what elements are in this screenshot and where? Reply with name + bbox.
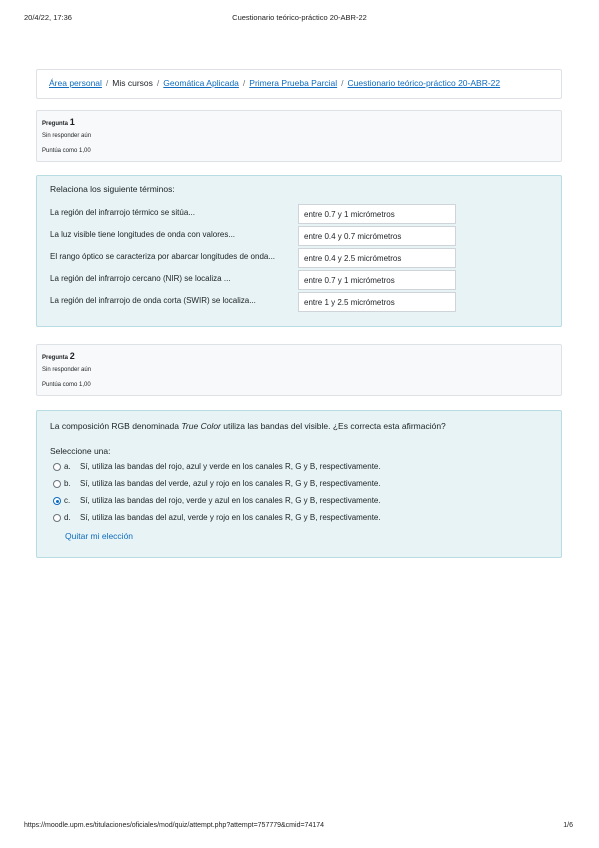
breadcrumb-separator: / xyxy=(105,78,109,88)
match-row: La región del infrarrojo térmico se sitú… xyxy=(50,204,561,226)
breadcrumb-section[interactable]: Primera Prueba Parcial xyxy=(249,78,337,88)
answer-option-c[interactable]: c. Sí, utiliza las bandas del rojo, verd… xyxy=(50,495,561,512)
match-term: La región del infrarrojo térmico se sitú… xyxy=(50,208,195,217)
match-row: La región del infrarrojo cercano (NIR) s… xyxy=(50,270,561,292)
question-1-text: Relaciona los siguiente términos: xyxy=(50,184,175,194)
match-row: La luz visible tiene longitudes de onda … xyxy=(50,226,561,248)
question-2-status: Sin responder aún xyxy=(42,367,92,373)
option-text: Sí, utiliza las bandas del rojo, azul y … xyxy=(80,462,381,471)
radio-button[interactable] xyxy=(53,480,61,488)
print-header: 20/4/22, 17:36 Cuestionario teórico-prác… xyxy=(0,13,599,25)
breadcrumb-area-personal[interactable]: Área personal xyxy=(49,78,102,88)
match-term: La luz visible tiene longitudes de onda … xyxy=(50,230,236,239)
option-text: Sí, utiliza las bandas del verde, azul y… xyxy=(80,479,381,488)
question-label: Pregunta xyxy=(42,355,69,361)
question-number-value: 1 xyxy=(69,117,75,127)
breadcrumb-quiz[interactable]: Cuestionario teórico-práctico 20-ABR-22 xyxy=(348,78,501,88)
match-answer-select[interactable]: entre 0.4 y 0.7 micrómetros xyxy=(298,226,456,246)
print-footer: https://moodle.upm.es/titulaciones/ofici… xyxy=(0,822,599,834)
option-letter: b. xyxy=(64,479,71,488)
question-label: Pregunta xyxy=(42,121,69,127)
answer-option-d[interactable]: d. Sí, utiliza las bandas del azul, verd… xyxy=(50,512,561,529)
print-doc-title: Cuestionario teórico-práctico 20-ABR-22 xyxy=(232,13,367,22)
answer-option-b[interactable]: b. Sí, utiliza las bandas del verde, azu… xyxy=(50,478,561,495)
match-term: La región del infrarrojo cercano (NIR) s… xyxy=(50,274,231,283)
radio-button-checked[interactable] xyxy=(53,497,61,505)
match-answer-select[interactable]: entre 0.4 y 2.5 micrómetros xyxy=(298,248,456,268)
print-page-number: 1/6 xyxy=(563,822,573,829)
breadcrumb-separator: / xyxy=(156,78,160,88)
question-1-content: Relaciona los siguiente términos: La reg… xyxy=(36,175,562,327)
option-text: Sí, utiliza las bandas del azul, verde y… xyxy=(80,513,381,522)
question-number-value: 2 xyxy=(69,351,75,361)
match-answer-select[interactable]: entre 0.7 y 1 micrómetros xyxy=(298,204,456,224)
question-text-italic: True Color xyxy=(181,421,221,431)
question-text-part: utiliza las bandas del visible. ¿Es corr… xyxy=(220,421,446,431)
match-row: La región del infrarrojo de onda corta (… xyxy=(50,292,561,314)
question-2-content: La composición RGB denominada True Color… xyxy=(36,410,562,558)
question-2-info: Pregunta 2 Sin responder aún Puntúa como… xyxy=(36,344,562,396)
match-answer-select[interactable]: entre 1 y 2.5 micrómetros xyxy=(298,292,456,312)
question-1-status: Sin responder aún xyxy=(42,133,92,139)
breadcrumb-course[interactable]: Geomática Aplicada xyxy=(163,78,239,88)
breadcrumb-mis-cursos: Mis cursos xyxy=(112,78,153,88)
select-one-label: Seleccione una: xyxy=(50,446,111,456)
radio-button[interactable] xyxy=(53,463,61,471)
match-row: El rango óptico se caracteriza por abarc… xyxy=(50,248,561,270)
question-2-number: Pregunta 2 xyxy=(42,351,561,364)
answer-option-a[interactable]: a. Sí, utiliza las bandas del rojo, azul… xyxy=(50,461,561,478)
match-term: El rango óptico se caracteriza por abarc… xyxy=(50,252,276,261)
option-letter: d. xyxy=(64,513,71,522)
breadcrumb: Área personal / Mis cursos / Geomática Aplic… xyxy=(36,69,562,99)
breadcrumb-separator: / xyxy=(341,78,344,88)
question-1-number: Pregunta 1 xyxy=(42,117,561,130)
match-term: La región del infrarrojo de onda corta (… xyxy=(50,296,256,305)
question-1-info: Pregunta 1 Sin responder aún Puntúa como… xyxy=(36,110,562,162)
radio-button[interactable] xyxy=(53,514,61,522)
match-answer-select[interactable]: entre 0.7 y 1 micrómetros xyxy=(298,270,456,290)
option-letter: c. xyxy=(64,496,71,505)
option-text: Sí, utiliza las bandas del rojo, verde y… xyxy=(80,496,381,505)
clear-choice-link[interactable]: Quitar mi elección xyxy=(65,531,561,541)
question-text-part: La composición RGB denominada xyxy=(50,421,182,431)
option-letter: a. xyxy=(64,462,71,471)
breadcrumb-separator: / xyxy=(242,78,246,88)
print-url: https://moodle.upm.es/titulaciones/ofici… xyxy=(24,822,325,829)
question-2-grade: Puntúa como 1,00 xyxy=(42,382,91,388)
question-2-text: La composición RGB denominada True Color… xyxy=(50,421,561,446)
question-1-grade: Puntúa como 1,00 xyxy=(42,148,91,154)
